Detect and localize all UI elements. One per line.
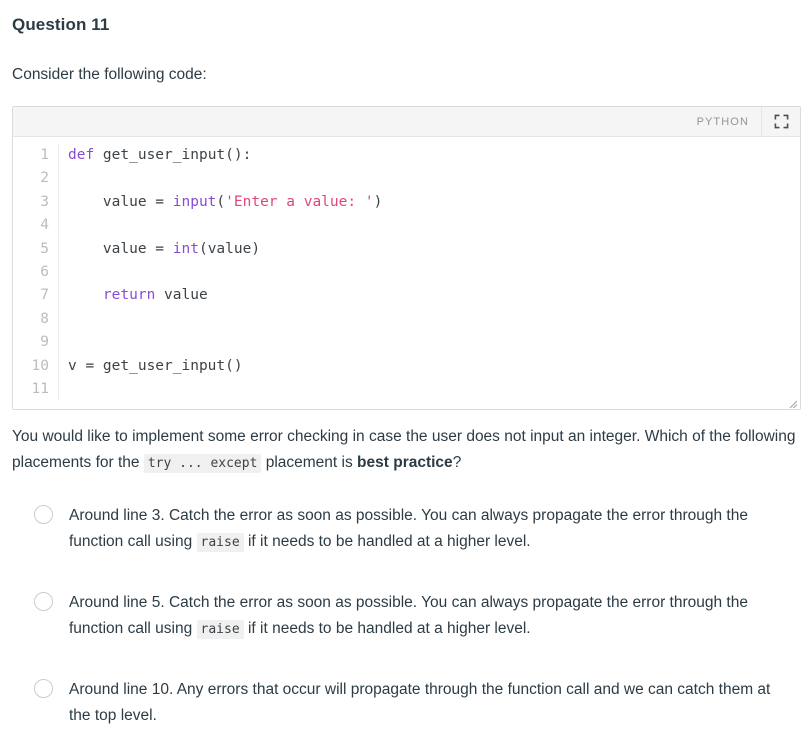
code-line-number: 2 (13, 167, 59, 191)
code-line: 5 value = int(value) (13, 237, 800, 261)
code-line-text: return value (59, 284, 208, 307)
answer-line-5[interactable]: Around line 5. Catch the error as soon a… (12, 580, 799, 653)
code-token: value (155, 287, 208, 304)
code-line-number: 6 (13, 260, 59, 285)
code-line: 10 v = get_user_input() (13, 354, 800, 378)
code-token: v = get_user_input() (68, 357, 243, 374)
answer-options: Around line 3. Catch the error as soon a… (12, 493, 799, 739)
radio-button[interactable] (34, 505, 53, 525)
answer-line-10[interactable]: Around line 10. Any errors that occur wi… (12, 667, 799, 739)
page-title: Question 11 (12, 15, 110, 34)
code-line: 4 (13, 214, 800, 238)
answer-text: Around line 10. Any errors that occur wi… (69, 677, 781, 729)
code-line-number: 8 (13, 307, 59, 332)
radio-button[interactable] (34, 679, 53, 699)
code-token: (value) (198, 240, 261, 257)
inline-code-raise: raise (196, 620, 244, 640)
code-lines: 1 def get_user_input(): 2 3 value = input('… (13, 144, 800, 402)
code-line: 2 (13, 167, 800, 191)
code-line-text: def get_user_input(): (59, 144, 251, 167)
code-token: int (172, 240, 199, 257)
code-line-number: 10 (13, 354, 59, 378)
resize-handle-icon[interactable] (786, 396, 798, 409)
answer-text: Around line 3. Catch the error as soon a… (69, 503, 781, 556)
code-line-number: 11 (13, 377, 59, 402)
code-token: value = (68, 240, 173, 257)
answer-line-3[interactable]: Around line 3. Catch the error as soon a… (12, 493, 799, 566)
question-prompt: You would like to implement some error c… (12, 424, 799, 477)
code-line-number: 9 (13, 331, 59, 355)
answer-text-part1: Around line 10. Any errors that occur wi… (69, 681, 771, 725)
code-line: 3 value = input('Enter a value: ') (13, 190, 800, 215)
question-prompt-emphasis: best practice (357, 454, 453, 472)
question-page: Question 11 Consider the following code:… (0, 0, 811, 739)
prompt-intro: Consider the following code: (12, 66, 207, 83)
code-body[interactable]: 1 def get_user_input(): 2 3 value = input('… (13, 137, 800, 410)
answer-text-part2: if it needs to be handled at a higher le… (243, 620, 531, 638)
code-line-number: 4 (13, 214, 59, 238)
question-prompt-part2: placement is (261, 454, 358, 472)
code-line-number: 5 (13, 237, 59, 261)
code-block: PYTHON 1 def get_user_input(): 2 3 value = … (12, 106, 801, 411)
code-line: 8 (13, 307, 800, 332)
code-language-label: PYTHON (696, 115, 749, 128)
code-line-text: v = get_user_input() (59, 355, 243, 378)
code-token: ) (373, 193, 383, 210)
code-line: 1 def get_user_input(): (13, 144, 800, 168)
code-line-number: 1 (13, 144, 59, 168)
code-token: value = (68, 193, 173, 210)
code-token: def (68, 147, 95, 163)
code-token: input (172, 193, 217, 210)
question-prompt-part3: ? (452, 454, 462, 472)
fullscreen-icon[interactable] (761, 107, 800, 136)
inline-code-try-except: try ... except (143, 454, 262, 474)
code-line-text: value = int(value) (59, 238, 260, 261)
code-line: 6 (13, 260, 800, 285)
answer-text-part2: if it needs to be handled at a higher le… (243, 533, 531, 551)
code-line-number: 3 (13, 190, 59, 215)
code-block-header: PYTHON (13, 107, 800, 137)
code-line-text: value = input('Enter a value: ') (59, 191, 382, 214)
radio-button[interactable] (34, 592, 53, 612)
code-token: ( (216, 193, 226, 210)
code-token: 'Enter a value: ' (225, 193, 374, 210)
code-token: get_user_input(): (94, 147, 252, 163)
code-line-number: 7 (13, 284, 59, 308)
code-line: 7 return value (13, 284, 800, 308)
code-line: 9 (13, 331, 800, 355)
answer-text: Around line 5. Catch the error as soon a… (69, 590, 781, 643)
code-line: 11 (13, 377, 800, 402)
inline-code-raise: raise (196, 533, 244, 553)
code-token: return (102, 287, 156, 304)
